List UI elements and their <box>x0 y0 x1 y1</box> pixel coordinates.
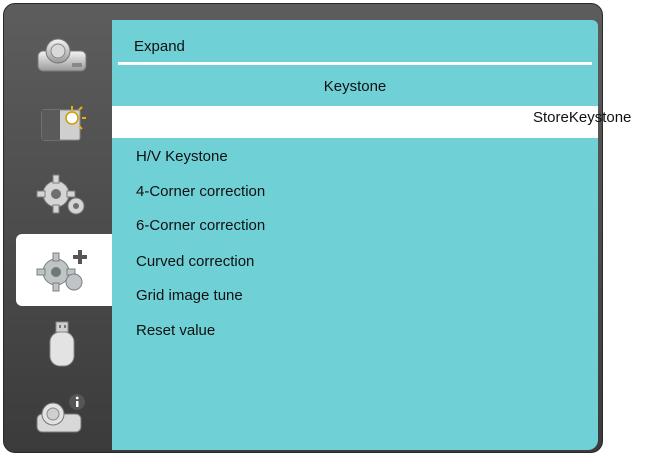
projector-icon <box>34 35 90 75</box>
sidebar-tab-image[interactable] <box>16 90 108 160</box>
menu-item-4-corner-correction[interactable]: 4-Corner correction <box>136 183 265 200</box>
sidebar <box>16 20 112 444</box>
sidebar-tab-info[interactable] <box>16 380 108 450</box>
section-title: Keystone <box>323 78 387 95</box>
sidebar-tab-expand[interactable] <box>16 234 112 306</box>
expand-gears-icon <box>34 246 94 294</box>
menu-item-6-corner-correction[interactable]: 6-Corner correction <box>136 217 265 234</box>
image-brightness-icon <box>34 104 90 146</box>
osd-menu-frame: Expand Keystone H/V Keystone 4-Corner co… <box>3 3 603 453</box>
menu-item-reset-value[interactable]: Reset value <box>136 322 215 339</box>
page-title: Expand <box>134 38 185 55</box>
menu-item-hv-keystone[interactable]: H/V Keystone <box>136 148 228 165</box>
usb-drive-icon <box>42 320 82 370</box>
menu-panel: Expand Keystone H/V Keystone 4-Corner co… <box>112 20 598 450</box>
projector-info-icon <box>33 392 91 438</box>
sidebar-tab-usb[interactable] <box>16 310 108 380</box>
gear-icon <box>34 172 90 218</box>
sidebar-tab-settings[interactable] <box>16 160 108 230</box>
menu-item-grid-image-tune[interactable]: Grid image tune <box>136 287 243 304</box>
selected-row-highlight[interactable] <box>112 106 598 138</box>
menu-item-curved-correction[interactable]: Curved correction <box>136 253 254 270</box>
store-keystone-label[interactable]: StoreKeystone <box>533 109 631 126</box>
title-divider <box>118 62 592 65</box>
sidebar-tab-projector[interactable] <box>16 20 108 90</box>
